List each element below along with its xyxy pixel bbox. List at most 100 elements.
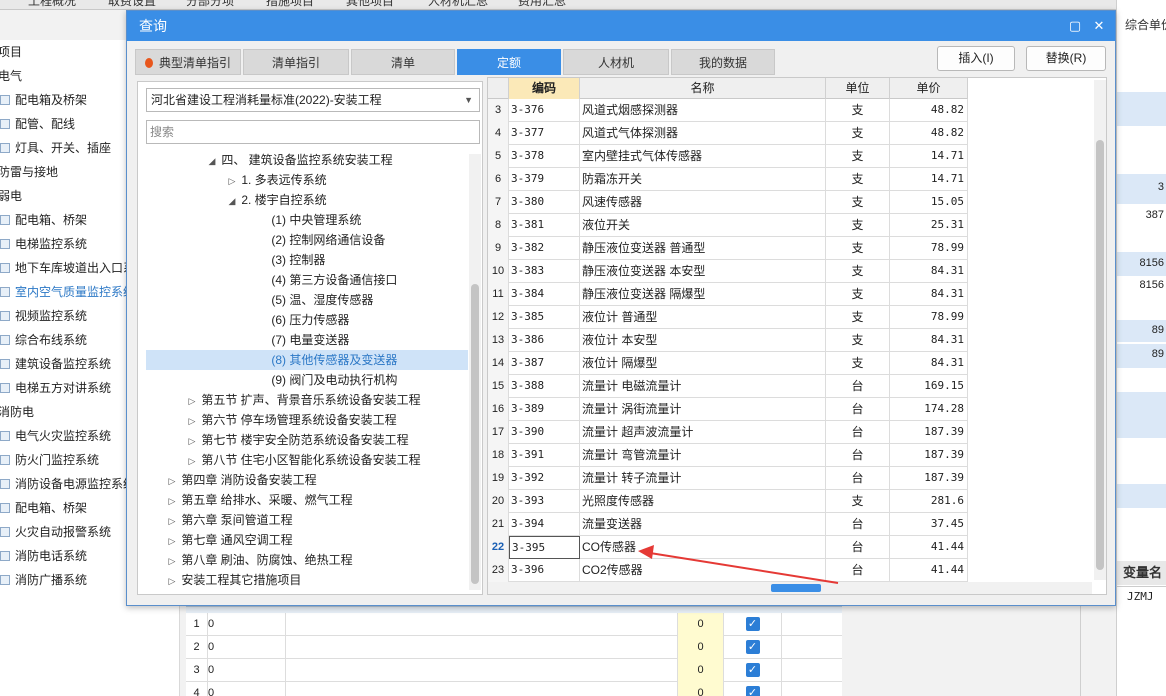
table-row[interactable]: 1 0 0 ✓ bbox=[186, 613, 842, 636]
row-check-cell[interactable]: ✓ bbox=[724, 613, 782, 636]
expand-icon[interactable]: ▷ bbox=[226, 171, 238, 191]
checkbox-checked-icon[interactable]: ✓ bbox=[745, 686, 760, 696]
replace-button[interactable]: 替换(R) bbox=[1026, 46, 1106, 71]
bg-tree-item[interactable]: 消防电 bbox=[0, 400, 34, 424]
tab-1[interactable]: 清单指引 bbox=[243, 49, 349, 75]
tab-5[interactable]: 我的数据 bbox=[671, 49, 775, 75]
quota-row[interactable]: 11 3-384 静压液位变送器 隔爆型支 84.31 bbox=[488, 283, 968, 306]
tree-node[interactable]: (7) 电量变送器 bbox=[146, 330, 468, 350]
tree-node[interactable]: ▷ 第五节 扩声、背景音乐系统设备安装工程 bbox=[146, 390, 468, 410]
quota-row[interactable]: 3 3-376 风道式烟感探测器支 48.82 bbox=[488, 99, 968, 122]
tree-node[interactable]: ▷ 第八节 住宅小区智能化系统设备安装工程 bbox=[146, 450, 468, 470]
table-row[interactable]: 3 0 0 ✓ bbox=[186, 659, 842, 682]
tab-0[interactable]: 典型清单指引 bbox=[135, 49, 241, 75]
tree-node[interactable]: (5) 温、湿度传感器 bbox=[146, 290, 468, 310]
expand-icon[interactable]: ▷ bbox=[186, 411, 198, 431]
scrollbar-thumb[interactable] bbox=[471, 284, 479, 584]
bg-tree-item[interactable]: 综合布线系统 bbox=[0, 328, 87, 352]
collapse-icon[interactable]: ◢ bbox=[206, 151, 218, 171]
quota-row[interactable]: 10 3-383 静压液位变送器 本安型支 84.31 bbox=[488, 260, 968, 283]
bg-tree-item[interactable]: 火灾自动报警系统 bbox=[0, 520, 111, 544]
background-tab[interactable]: 人材机汇总 bbox=[428, 0, 488, 9]
row-quantity[interactable]: 0 bbox=[678, 613, 724, 636]
bg-tree-item[interactable]: 电气火灾监控系统 bbox=[0, 424, 111, 448]
splitter-handle[interactable] bbox=[771, 584, 821, 592]
column-header-name[interactable]: 名称 bbox=[580, 78, 826, 99]
quota-row[interactable]: 5 3-378 室内壁挂式气体传感器支 14.71 bbox=[488, 145, 968, 168]
tree-node[interactable]: (1) 中央管理系统 bbox=[146, 210, 468, 230]
tree-node[interactable]: (2) 控制网络通信设备 bbox=[146, 230, 468, 250]
tab-2[interactable]: 清单 bbox=[351, 49, 455, 75]
quota-row[interactable]: 23 3-396 CO2传感器台 41.44 bbox=[488, 559, 968, 582]
background-tab[interactable]: 措施项目 bbox=[266, 0, 314, 9]
bg-tree-item[interactable]: 电梯监控系统 bbox=[0, 232, 87, 256]
background-tab[interactable]: 分部分项 bbox=[186, 0, 234, 9]
tree-node[interactable]: ▷ 第四章 消防设备安装工程 bbox=[146, 470, 468, 490]
expand-icon[interactable]: ▷ bbox=[186, 391, 198, 411]
row-check-cell[interactable]: ✓ bbox=[724, 636, 782, 659]
quota-row[interactable]: 20 3-393 光照度传感器支 281.6 bbox=[488, 490, 968, 513]
checkbox-checked-icon[interactable]: ✓ bbox=[745, 640, 760, 654]
tree-node[interactable]: ▷ 安装工程其它措施项目 bbox=[146, 570, 468, 590]
quota-row[interactable]: 14 3-387 液位计 隔爆型支 84.31 bbox=[488, 352, 968, 375]
tree-node[interactable]: (9) 阀门及电动执行机构 bbox=[146, 370, 468, 390]
row-quantity[interactable]: 0 bbox=[678, 659, 724, 682]
bg-tree-item[interactable]: 弱电 bbox=[0, 184, 22, 208]
bg-tree-item[interactable]: 消防广播系统 bbox=[0, 568, 87, 592]
background-tab[interactable]: 取费设置 bbox=[108, 0, 156, 9]
tree-node[interactable]: ▷ 第七节 楼宇安全防范系统设备安装工程 bbox=[146, 430, 468, 450]
tree-node[interactable]: ▷ 第六节 停车场管理系统设备安装工程 bbox=[146, 410, 468, 430]
row-check-cell[interactable]: ✓ bbox=[724, 682, 782, 696]
bg-tree-item[interactable]: 项目 bbox=[0, 40, 22, 64]
row-quantity[interactable]: 0 bbox=[678, 636, 724, 659]
tree-node[interactable]: (4) 第三方设备通信接口 bbox=[146, 270, 468, 290]
bg-tree-item[interactable]: 视频监控系统 bbox=[0, 304, 87, 328]
bg-tree-item[interactable]: 配电箱、桥架 bbox=[0, 496, 87, 520]
quota-row[interactable]: 12 3-385 液位计 普通型支 78.99 bbox=[488, 306, 968, 329]
expand-icon[interactable]: ▷ bbox=[186, 431, 198, 451]
quota-row[interactable]: 13 3-386 液位计 本安型支 84.31 bbox=[488, 329, 968, 352]
expand-icon[interactable]: ▷ bbox=[166, 511, 178, 531]
bg-tree-item[interactable]: 电气 bbox=[0, 64, 22, 88]
expand-icon[interactable]: ▷ bbox=[186, 451, 198, 471]
column-header-code[interactable]: 编码 bbox=[509, 78, 580, 99]
chevron-down-icon[interactable]: ▼ bbox=[464, 89, 473, 111]
expand-icon[interactable]: ▷ bbox=[166, 491, 178, 511]
bg-tree-item[interactable]: 配电箱及桥架 bbox=[0, 88, 87, 112]
insert-button[interactable]: 插入(I) bbox=[937, 46, 1015, 71]
bg-tree-item[interactable]: 防雷与接地 bbox=[0, 160, 58, 184]
table-row[interactable]: 4 0 0 ✓ bbox=[186, 682, 842, 696]
bg-tree-item[interactable]: 消防电话系统 bbox=[0, 544, 87, 568]
quota-row[interactable]: 21 3-394 流量变送器台 37.45 bbox=[488, 513, 968, 536]
tree-node[interactable]: ▷ 第六章 泵间管道工程 bbox=[146, 510, 468, 530]
quota-row[interactable]: 18 3-391 流量计 弯管流量计台 187.39 bbox=[488, 444, 968, 467]
tree-node[interactable]: ▷ 第五章 给排水、采暖、燃气工程 bbox=[146, 490, 468, 510]
bg-tree-item[interactable]: 配电箱、桥架 bbox=[0, 208, 87, 232]
quota-row[interactable]: 9 3-382 静压液位变送器 普通型支 78.99 bbox=[488, 237, 968, 260]
tree-node[interactable]: (8) 其他传感器及变送器 bbox=[146, 350, 468, 370]
quota-row[interactable]: 16 3-389 流量计 涡街流量计台 174.28 bbox=[488, 398, 968, 421]
background-tab[interactable]: 工程概况 bbox=[28, 0, 76, 9]
close-icon[interactable]: ✕ bbox=[1089, 16, 1109, 36]
tab-3[interactable]: 定额 bbox=[457, 49, 561, 75]
search-input[interactable] bbox=[146, 120, 480, 144]
tree-node[interactable]: ▷ 第七章 通风空调工程 bbox=[146, 530, 468, 550]
checkbox-checked-icon[interactable]: ✓ bbox=[745, 663, 760, 677]
tree-node[interactable]: (6) 压力传感器 bbox=[146, 310, 468, 330]
quota-row[interactable]: 4 3-377 风道式气体探测器支 48.82 bbox=[488, 122, 968, 145]
tree-node[interactable]: ◢ 2. 楼宇自控系统 bbox=[146, 190, 468, 210]
table-row[interactable]: 2 0 0 ✓ bbox=[186, 636, 842, 659]
tab-4[interactable]: 人材机 bbox=[563, 49, 669, 75]
bg-tree-item[interactable]: 防火门监控系统 bbox=[0, 448, 99, 472]
quota-row[interactable]: 8 3-381 液位开关支 25.31 bbox=[488, 214, 968, 237]
tree-node[interactable]: ▷ 1. 多表远传系统 bbox=[146, 170, 468, 190]
bg-tree-item[interactable]: 电梯五方对讲系统 bbox=[0, 376, 111, 400]
quota-row[interactable]: 7 3-380 风速传感器支 15.05 bbox=[488, 191, 968, 214]
column-header-price[interactable]: 单价 bbox=[890, 78, 968, 99]
bg-tree-item[interactable]: 消防设备电源监控系统 bbox=[0, 472, 135, 496]
collapse-icon[interactable]: ◢ bbox=[226, 191, 238, 211]
expand-icon[interactable]: ▷ bbox=[166, 551, 178, 571]
column-header-idx[interactable] bbox=[488, 78, 509, 99]
bg-tree-item[interactable]: 室内空气质量监控系统 bbox=[0, 280, 135, 304]
expand-icon[interactable]: ▷ bbox=[166, 571, 178, 590]
